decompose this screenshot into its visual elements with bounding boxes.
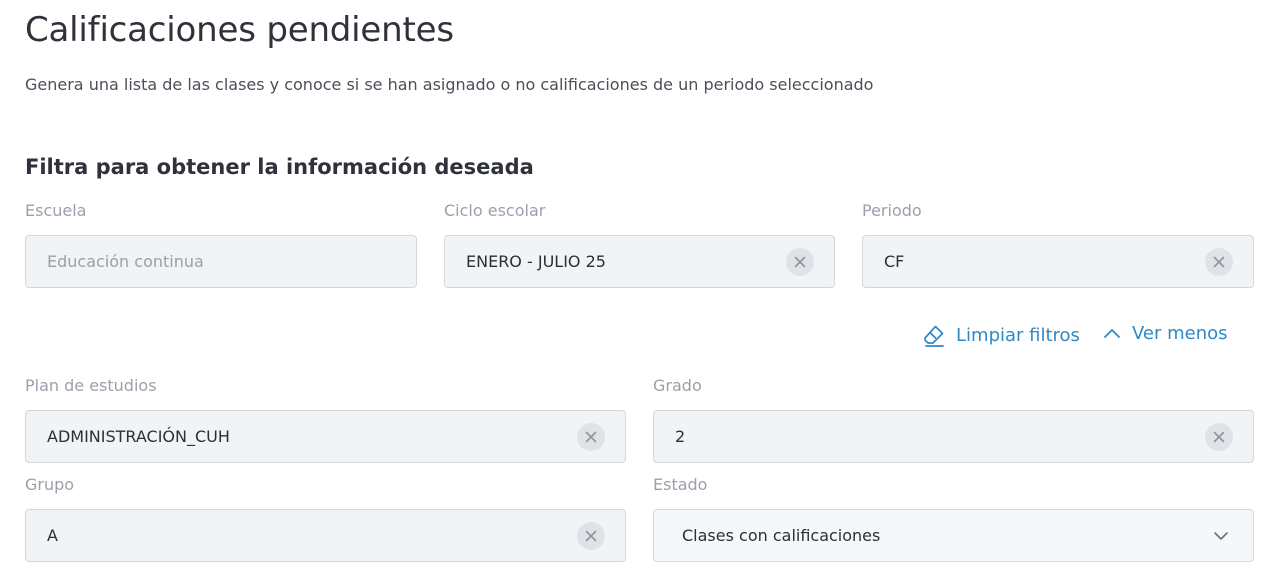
periodo-clear-button[interactable] bbox=[1205, 247, 1233, 276]
page-subtitle: Genera una lista de las clases y conoce … bbox=[25, 75, 874, 94]
escuela-label: Escuela bbox=[25, 201, 87, 220]
see-less-label: Ver menos bbox=[1132, 323, 1228, 344]
estado-label: Estado bbox=[653, 475, 708, 494]
grado-value: 2 bbox=[675, 427, 686, 446]
ciclo-escolar-select[interactable]: ENERO - JULIO 25 bbox=[444, 235, 835, 288]
close-icon bbox=[585, 530, 597, 541]
close-icon bbox=[585, 431, 597, 442]
close-icon bbox=[794, 256, 806, 267]
escuela-field: Educación continua bbox=[25, 235, 417, 288]
plan-estudios-value: ADMINISTRACIÓN_CUH bbox=[47, 427, 230, 446]
escuela-value: Educación continua bbox=[47, 252, 204, 271]
ciclo-escolar-value: ENERO - JULIO 25 bbox=[466, 252, 606, 271]
filters-section-title: Filtra para obtener la información desea… bbox=[25, 155, 534, 179]
see-less-link[interactable]: Ver menos bbox=[1102, 323, 1228, 344]
grupo-label: Grupo bbox=[25, 475, 75, 494]
grupo-value: A bbox=[47, 526, 58, 545]
estado-select[interactable]: Clases con calificaciones bbox=[653, 509, 1254, 562]
chevron-up-icon bbox=[1104, 328, 1120, 338]
page-title: Calificaciones pendientes bbox=[25, 10, 454, 50]
periodo-select[interactable]: CF bbox=[862, 235, 1254, 288]
eraser-icon bbox=[924, 325, 944, 347]
grado-label: Grado bbox=[653, 376, 702, 395]
ciclo-escolar-label: Ciclo escolar bbox=[444, 201, 546, 220]
clear-filters-label: Limpiar filtros bbox=[956, 324, 1080, 346]
grado-select[interactable]: 2 bbox=[653, 410, 1254, 463]
close-icon bbox=[1213, 256, 1225, 267]
periodo-label: Periodo bbox=[862, 201, 922, 220]
grado-clear-button[interactable] bbox=[1205, 422, 1233, 451]
grupo-select[interactable]: A bbox=[25, 509, 626, 562]
pending-grades-page: Calificaciones pendientes Genera una lis… bbox=[0, 0, 1288, 588]
estado-value: Clases con calificaciones bbox=[682, 526, 881, 545]
periodo-value: CF bbox=[884, 252, 905, 271]
plan-estudios-clear-button[interactable] bbox=[577, 422, 605, 451]
clear-filters-link[interactable]: Limpiar filtros bbox=[922, 323, 1080, 347]
chevron-down-icon[interactable] bbox=[1211, 526, 1231, 546]
close-icon bbox=[1213, 431, 1225, 442]
plan-estudios-label: Plan de estudios bbox=[25, 376, 157, 395]
plan-estudios-select[interactable]: ADMINISTRACIÓN_CUH bbox=[25, 410, 626, 463]
ciclo-escolar-clear-button[interactable] bbox=[786, 247, 814, 276]
grupo-clear-button[interactable] bbox=[577, 521, 605, 550]
